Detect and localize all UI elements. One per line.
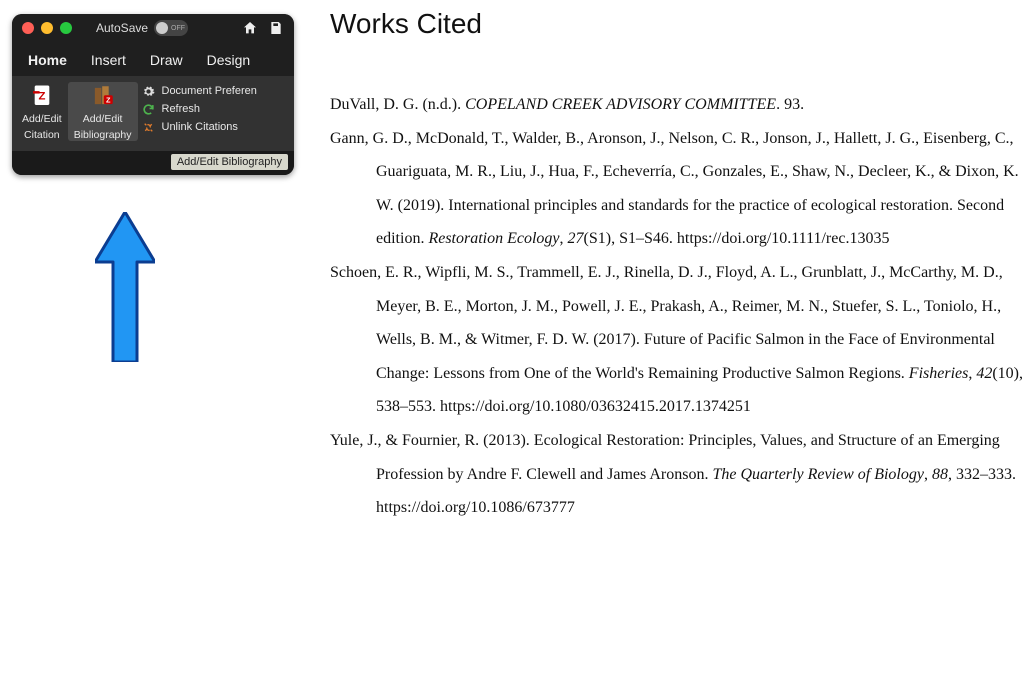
citation-icon: Z: [27, 82, 57, 110]
journal-title: Fisheries: [909, 365, 969, 382]
tooltip-row: Add/Edit Bibliography: [12, 151, 294, 175]
unlink-citations-button[interactable]: Unlink Citations: [142, 120, 257, 134]
tab-draw[interactable]: Draw: [138, 46, 195, 76]
citation-entry: Schoen, E. R., Wipfli, M. S., Trammell, …: [330, 256, 1024, 424]
volume: 42: [976, 365, 992, 382]
tab-home[interactable]: Home: [16, 46, 79, 76]
bibliography-icon: Z: [88, 82, 118, 110]
bibliography-label-1: Add/Edit: [83, 114, 123, 126]
citation-label-1: Add/Edit: [22, 114, 62, 126]
tooltip: Add/Edit Bibliography: [171, 154, 288, 170]
work-title: COPELAND CREEK ADVISORY COMMITTEE: [465, 96, 776, 113]
prefs-label: Document Preferen: [162, 85, 257, 97]
autosave-toggle[interactable]: OFF: [154, 20, 188, 36]
autosave-label: AutoSave: [96, 21, 148, 35]
volume: 88: [932, 466, 948, 483]
autosave-state: OFF: [171, 25, 185, 32]
unlink-label: Unlink Citations: [162, 121, 238, 133]
traffic-lights: [22, 22, 72, 34]
refresh-icon: [142, 102, 156, 116]
citation-entry: DuVall, D. G. (n.d.). COPELAND CREEK ADV…: [330, 88, 1024, 122]
works-cited-document: Works Cited DuVall, D. G. (n.d.). COPELA…: [330, 8, 1024, 525]
volume: 27: [568, 230, 584, 247]
refresh-button[interactable]: Refresh: [142, 102, 257, 116]
svg-text:Z: Z: [106, 96, 111, 105]
home-icon[interactable]: [242, 20, 258, 36]
titlebar: AutoSave OFF: [12, 14, 294, 40]
journal-title: The Quarterly Review of Biology: [712, 466, 924, 483]
citation-entry: Yule, J., & Fournier, R. (2013). Ecologi…: [330, 424, 1024, 525]
citation-label-2: Citation: [24, 130, 60, 142]
page-title: Works Cited: [330, 8, 1024, 40]
bibliography-label-2: Bibliography: [74, 130, 132, 142]
journal-title: Restoration Ecology: [428, 230, 559, 247]
close-window-icon[interactable]: [22, 22, 34, 34]
add-edit-citation-button[interactable]: Z Add/Edit Citation: [16, 82, 68, 141]
up-arrow-annotation: [95, 212, 155, 362]
ribbon-tabs: Home Insert Draw Design: [12, 40, 294, 76]
tab-insert[interactable]: Insert: [79, 46, 138, 76]
zotero-ribbon: Z Add/Edit Citation Z Add/Edit Bibliogra…: [12, 76, 294, 151]
minimize-window-icon[interactable]: [41, 22, 53, 34]
refresh-label: Refresh: [162, 103, 201, 115]
add-edit-bibliography-button[interactable]: Z Add/Edit Bibliography: [68, 82, 138, 141]
word-toolbar: AutoSave OFF Home Insert Draw Design Z A…: [12, 14, 294, 175]
gear-icon: [142, 84, 156, 98]
document-preferences-button[interactable]: Document Preferen: [142, 84, 257, 98]
ribbon-side-commands: Document Preferen Refresh Unlink Citatio…: [138, 82, 259, 141]
unlink-icon: [142, 120, 156, 134]
autosave-control[interactable]: AutoSave OFF: [96, 20, 188, 36]
svg-text:Z: Z: [38, 90, 45, 102]
bibliography-entries: DuVall, D. G. (n.d.). COPELAND CREEK ADV…: [330, 88, 1024, 525]
tab-design[interactable]: Design: [195, 46, 263, 76]
save-icon[interactable]: [268, 20, 284, 36]
citation-entry: Gann, G. D., McDonald, T., Walder, B., A…: [330, 122, 1024, 256]
maximize-window-icon[interactable]: [60, 22, 72, 34]
